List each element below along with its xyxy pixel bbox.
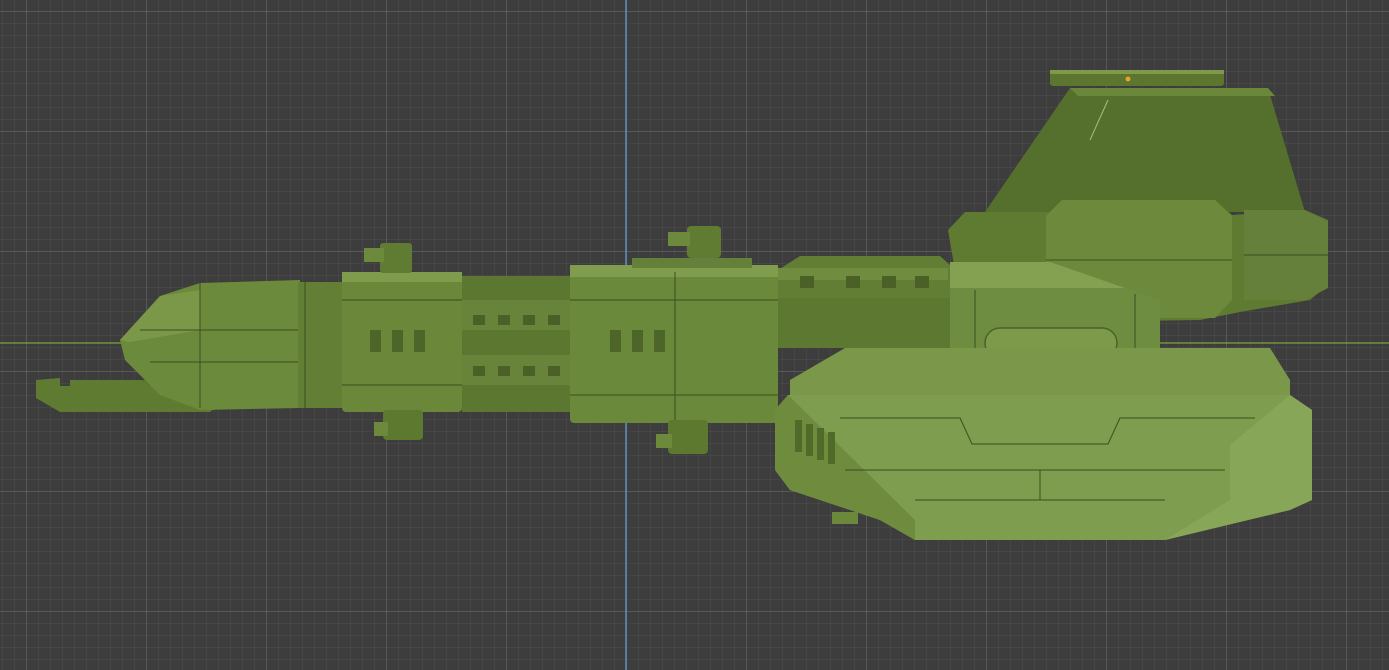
vent-cluster-a: [370, 330, 425, 352]
turret-bottom-b: [656, 420, 708, 454]
spaceship-model[interactable]: [36, 70, 1328, 540]
tail-fin: [985, 70, 1305, 212]
aft-spine: [778, 256, 978, 348]
bow-section: [36, 280, 342, 412]
central-module: [570, 226, 778, 454]
turret-top-a: [364, 243, 412, 273]
turret-top-b: [632, 226, 752, 268]
viewport-scene[interactable]: [0, 0, 1389, 670]
3d-viewport[interactable]: [0, 0, 1389, 670]
forward-module: [342, 243, 462, 440]
vent-cluster-b: [610, 330, 665, 352]
engine-housing-lower: [775, 348, 1312, 540]
turret-bottom-a: [374, 410, 423, 440]
mid-connector: [462, 276, 572, 412]
origin-marker: [1125, 76, 1131, 82]
